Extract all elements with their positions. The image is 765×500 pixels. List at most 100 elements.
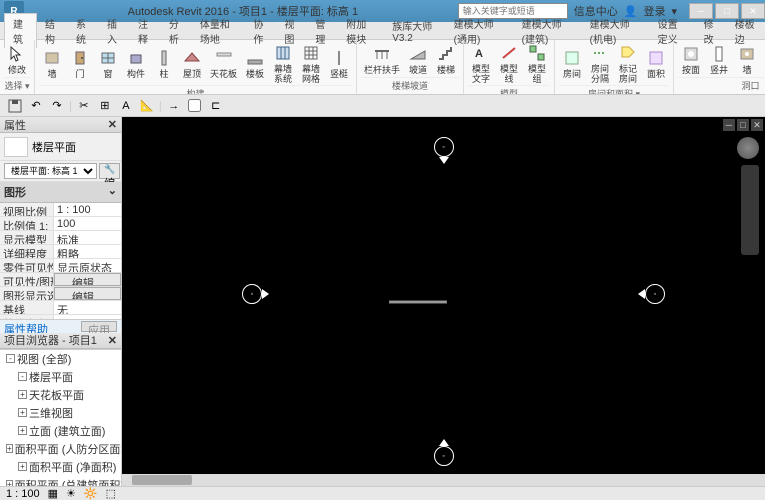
ribbon-curtain-button[interactable]: 幕墙系统 bbox=[270, 42, 296, 85]
ribbon-tag-button[interactable]: 标记房间 bbox=[615, 42, 641, 85]
tree-toggle-icon[interactable]: + bbox=[18, 462, 27, 471]
prop-value[interactable]: 100 bbox=[54, 217, 121, 230]
properties-title: 属性 bbox=[4, 117, 26, 133]
prop-value[interactable]: 粗略 bbox=[54, 245, 121, 258]
elevation-marker-south[interactable]: ◦ bbox=[434, 446, 454, 466]
qat-offset-icon[interactable]: ⊏ bbox=[207, 97, 225, 115]
ribbon-ramp-button[interactable]: 坡道 bbox=[405, 42, 431, 77]
navigation-bar[interactable] bbox=[741, 165, 759, 255]
ribbon-window-button[interactable]: 窗 bbox=[95, 42, 121, 85]
prop-value[interactable]: 1 : 100 bbox=[54, 203, 121, 216]
ribbon-mullion-button[interactable]: 竖梃 bbox=[326, 42, 352, 85]
view-minimize-icon[interactable]: ─ bbox=[723, 119, 735, 131]
ribbon-shaft-button[interactable]: 竖井 bbox=[706, 42, 732, 77]
tree-toggle-icon[interactable]: + bbox=[18, 390, 27, 399]
tree-toggle-icon[interactable]: - bbox=[18, 372, 27, 381]
stair-icon bbox=[436, 44, 456, 64]
view-close-icon[interactable]: ✕ bbox=[751, 119, 763, 131]
chain-checkbox[interactable] bbox=[188, 99, 201, 112]
ribbon-group-button[interactable]: 模型组 bbox=[524, 42, 550, 85]
ribbon-wall2-button[interactable]: 墙 bbox=[734, 42, 760, 77]
ribbon-wall-button[interactable]: 墙 bbox=[39, 42, 65, 85]
section-expand-icon[interactable]: ⌄ bbox=[108, 184, 117, 200]
tree-toggle-icon[interactable]: + bbox=[18, 426, 27, 435]
ribbon-text-button[interactable]: A模型文字 bbox=[468, 42, 494, 85]
floor-element[interactable] bbox=[389, 300, 447, 303]
ribbon-area-button[interactable]: 面积 bbox=[643, 42, 669, 85]
tree-toggle-icon[interactable]: + bbox=[18, 408, 27, 417]
prop-section-label: 图形 bbox=[4, 184, 26, 200]
ribbon-grid-button[interactable]: 幕墙网格 bbox=[298, 42, 324, 85]
shaft-icon bbox=[709, 44, 729, 64]
tree-node[interactable]: +天花板平面 bbox=[0, 386, 121, 404]
elevation-marker-east[interactable]: ◦ bbox=[645, 284, 665, 304]
ribbon-stair-button[interactable]: 楼梯 bbox=[433, 42, 459, 77]
ribbon-roof-button[interactable]: 屋顶 bbox=[179, 42, 205, 85]
viewcube[interactable] bbox=[737, 137, 759, 159]
prop-value[interactable]: 无 bbox=[54, 301, 121, 314]
room-icon bbox=[562, 48, 582, 68]
apply-button[interactable]: 应用 bbox=[81, 321, 117, 332]
qat-redo-icon[interactable]: ↷ bbox=[48, 97, 66, 115]
viewport[interactable]: ─ □ ✕ ◦ ◦ ◦ ◦ bbox=[122, 117, 765, 486]
status-detail-icon[interactable]: ▦ bbox=[48, 487, 58, 500]
qat-undo-icon[interactable]: ↶ bbox=[27, 97, 45, 115]
elevation-marker-west[interactable]: ◦ bbox=[242, 284, 262, 304]
ribbon-label: 楼梯 bbox=[437, 65, 455, 75]
properties-help-link[interactable]: 属性帮助 bbox=[4, 321, 48, 332]
tree-node[interactable]: -楼层平面 bbox=[0, 368, 121, 386]
tree-toggle-icon[interactable]: + bbox=[6, 444, 13, 453]
ribbon-line-button[interactable]: 模型线 bbox=[496, 42, 522, 85]
tree-node[interactable]: +面积平面 (总建筑面积) bbox=[0, 476, 121, 487]
qat-measure-icon[interactable]: 📐 bbox=[138, 97, 156, 115]
ribbon-group-label: 构建 bbox=[39, 85, 352, 95]
qat-chain-icon[interactable] bbox=[186, 97, 204, 115]
tree-node[interactable]: +面积平面 (净面积) bbox=[0, 458, 121, 476]
ribbon-door-button[interactable]: 门 bbox=[67, 42, 93, 85]
tree-node[interactable]: -视图 (全部) bbox=[0, 350, 121, 368]
qat-join-icon[interactable]: ⊞ bbox=[96, 97, 114, 115]
qat-save-icon[interactable] bbox=[6, 97, 24, 115]
browser-close-icon[interactable]: ✕ bbox=[108, 334, 117, 347]
ribbon-cursor-button[interactable]: 修改 bbox=[4, 42, 30, 77]
edit-type-button[interactable]: 🔧 编辑类型 bbox=[99, 163, 120, 179]
status-scale[interactable]: 1 : 100 bbox=[6, 488, 40, 500]
prop-value[interactable]: 标准 bbox=[54, 231, 121, 244]
prop-value[interactable]: 显示原状态 bbox=[54, 259, 121, 272]
ribbon-byface-button[interactable]: 按面 bbox=[678, 42, 704, 77]
ribbon-column-button[interactable]: 柱 bbox=[151, 42, 177, 85]
prop-value[interactable]: 编辑... bbox=[54, 273, 121, 286]
qat-section-icon[interactable]: ✂ bbox=[75, 97, 93, 115]
ribbon-component-button[interactable]: 构件 bbox=[123, 42, 149, 85]
type-name: 楼层平面 bbox=[32, 139, 76, 155]
roomsep-icon bbox=[590, 43, 610, 63]
status-sun-icon[interactable]: 🔆 bbox=[84, 487, 98, 500]
tree-node[interactable]: +面积平面 (人防分区面积) bbox=[0, 440, 121, 458]
ribbon-label: 墙 bbox=[743, 65, 752, 75]
tree-node[interactable]: +三维视图 bbox=[0, 404, 121, 422]
prop-label: 基线 bbox=[0, 301, 54, 314]
ramp-icon bbox=[408, 44, 428, 64]
prop-label: 可见性/图形替换 bbox=[0, 273, 54, 286]
status-crop-icon[interactable]: ⬚ bbox=[106, 487, 116, 500]
ribbon-roomsep-button[interactable]: 房间分隔 bbox=[587, 42, 613, 85]
properties-close-icon[interactable]: ✕ bbox=[108, 118, 117, 131]
qat-text-icon[interactable]: A bbox=[117, 97, 135, 115]
ribbon-ceiling-button[interactable]: 天花板 bbox=[207, 42, 240, 85]
view-maximize-icon[interactable]: □ bbox=[737, 119, 749, 131]
ribbon-room-button[interactable]: 房间 bbox=[559, 42, 585, 85]
type-preview-icon[interactable] bbox=[4, 137, 28, 157]
horizontal-scrollbar[interactable] bbox=[122, 474, 765, 486]
tree-node[interactable]: +立面 (建筑立面) bbox=[0, 422, 121, 440]
prop-row: 基线无 bbox=[0, 301, 121, 315]
elevation-marker-north[interactable]: ◦ bbox=[434, 137, 454, 157]
instance-selector[interactable]: 楼层平面: 标高 1 bbox=[4, 163, 97, 179]
door-icon bbox=[70, 48, 90, 68]
tree-toggle-icon[interactable]: - bbox=[6, 354, 15, 363]
qat-option1-icon[interactable]: → bbox=[165, 97, 183, 115]
status-style-icon[interactable]: ☀ bbox=[66, 487, 76, 500]
prop-value[interactable]: 编辑... bbox=[54, 287, 121, 300]
ribbon-rail-button[interactable]: 栏杆扶手 bbox=[361, 42, 403, 77]
ribbon-floor-button[interactable]: 楼板 bbox=[242, 42, 268, 85]
statusbar: 1 : 100 ▦ ☀ 🔆 ⬚ bbox=[0, 486, 765, 500]
